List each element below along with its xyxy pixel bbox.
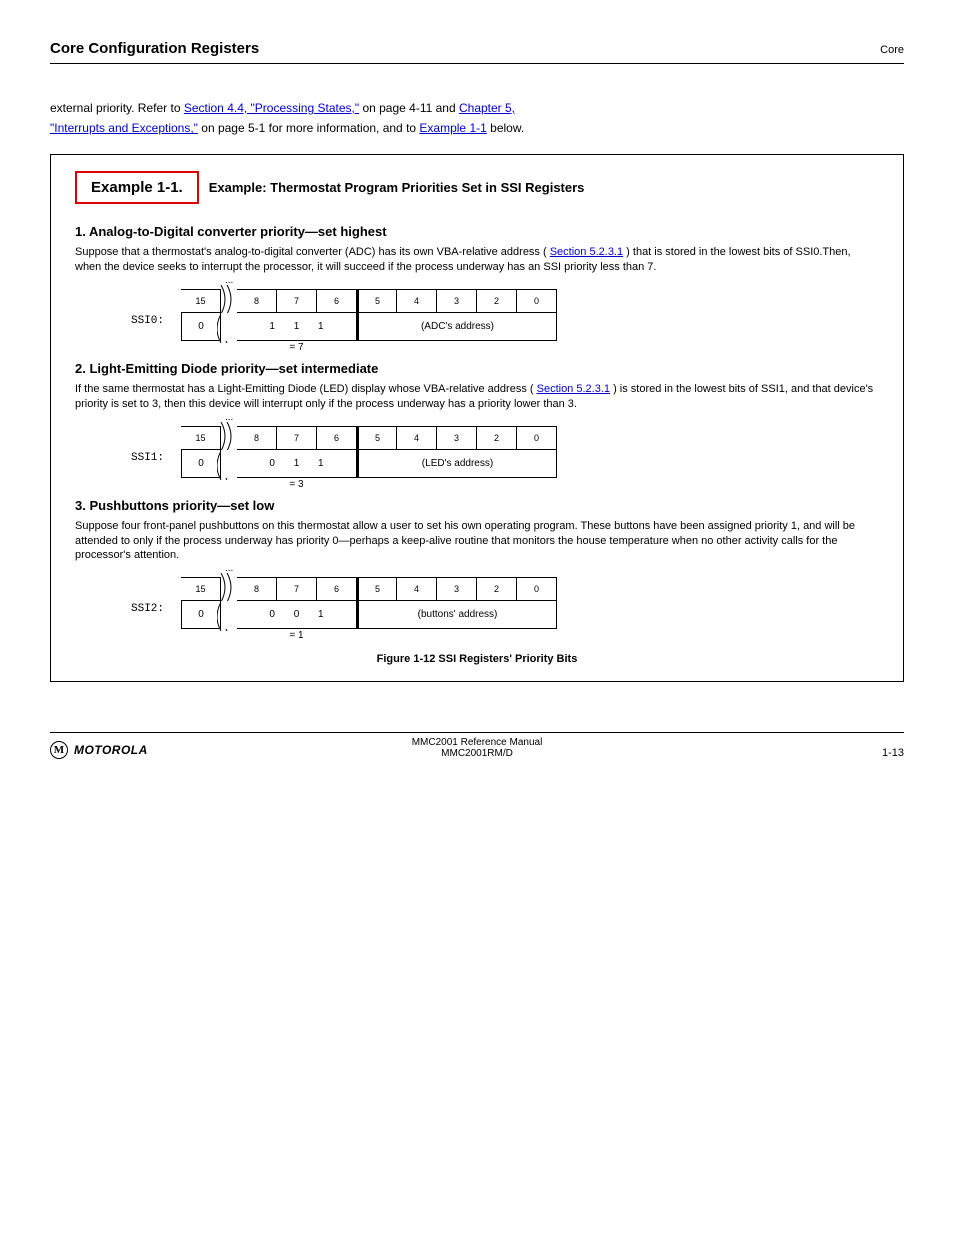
bit-gap [221, 426, 237, 450]
reg-eq: = 3 [289, 479, 303, 490]
section-head: 2. Light-Emitting Diode priority—set int… [75, 361, 879, 376]
xref-link[interactable]: "Interrupts and Exceptions," [50, 121, 198, 135]
bit-label: 3 [437, 577, 477, 601]
bit-gap [221, 289, 237, 313]
section-head: 3. Pushbuttons priority—set low [75, 498, 879, 513]
bit-label: 2 [477, 289, 517, 313]
bit-label: 6 [317, 289, 357, 313]
xref-link[interactable]: Section 5.2.3.1 [550, 246, 623, 258]
reg-label: SSI0: [131, 315, 164, 327]
bit-label: 15 [181, 289, 221, 313]
intro-text: external priority. Refer to [50, 101, 184, 115]
bit-label: 15 [181, 577, 221, 601]
bit-label: 7 [277, 577, 317, 601]
bit-label: 0 [517, 289, 557, 313]
bit-label: 4 [397, 426, 437, 450]
page-footer: M MOTOROLA MMC2001 Reference Manual MMC2… [50, 732, 904, 759]
bit-label: 2 [477, 577, 517, 601]
reg-bits: 0 1 1 [261, 458, 331, 469]
reg-value: (ADC's address) [357, 313, 557, 341]
bit-gap [221, 313, 237, 341]
example-label: Example 1-1. [75, 171, 199, 204]
bit-label: 4 [397, 289, 437, 313]
bit-label: 7 [277, 426, 317, 450]
bit-label: 6 [317, 426, 357, 450]
register-diagram: SSI1: ... 15 8 7 6 5 4 3 2 0 0 0 1 1 = 3… [181, 426, 561, 478]
section-text-part: If the same thermostat has a Light-Emitt… [75, 383, 534, 395]
bit-label: 8 [237, 577, 277, 601]
bit-label: 7 [277, 289, 317, 313]
bit-label: 6 [317, 577, 357, 601]
bit-label: 0 [517, 426, 557, 450]
reg-value: 0 [181, 450, 221, 478]
footer-center: MMC2001 Reference Manual MMC2001RM/D [50, 737, 904, 759]
bit-gap [221, 450, 237, 478]
header-title: Core Configuration Registers [50, 40, 259, 57]
section-text: Suppose that a thermostat's analog-to-di… [75, 245, 879, 275]
reg-value: 1 1 1 = 7 [237, 313, 357, 341]
bit-label: 15 [181, 426, 221, 450]
reg-bits: 1 1 1 [261, 321, 331, 332]
reg-value: 0 [181, 313, 221, 341]
doc-title: MMC2001 Reference Manual [50, 737, 904, 748]
section-head: 1. Analog-to-Digital converter priority—… [75, 224, 879, 239]
reg-eq: = 7 [289, 342, 303, 353]
figure-caption: Figure 1-12 SSI Registers' Priority Bits [75, 653, 879, 665]
example-title: Example: Thermostat Program Priorities S… [209, 180, 585, 195]
header-sub: Core [880, 44, 904, 56]
bit-label: 0 [517, 577, 557, 601]
register-diagram: SSI2: ... 15 8 7 6 5 4 3 2 0 0 0 0 1 = 1… [181, 577, 561, 629]
xref-link[interactable]: Section 5.2.3.1 [537, 383, 610, 395]
reg-value: (buttons' address) [357, 601, 557, 629]
reg-label: SSI2: [131, 603, 164, 615]
reg-eq: = 1 [289, 630, 303, 641]
section-text: Suppose four front-panel pushbuttons on … [75, 519, 879, 564]
reg-value: 0 1 1 = 3 [237, 450, 357, 478]
bit-label: 5 [357, 426, 397, 450]
reg-value: 0 [181, 601, 221, 629]
bit-label: 3 [437, 426, 477, 450]
section-text: If the same thermostat has a Light-Emitt… [75, 382, 879, 412]
manual-ref: MMC2001RM/D [50, 748, 904, 759]
bit-label: 4 [397, 577, 437, 601]
xref-link[interactable]: Example 1-1 [419, 121, 486, 135]
bit-label: 8 [237, 426, 277, 450]
bit-gap [221, 601, 237, 629]
xref-link[interactable]: Chapter 5, [459, 101, 515, 115]
bit-label: 5 [357, 289, 397, 313]
intro-text: below. [490, 121, 524, 135]
xref-link[interactable]: Section 4.4, "Processing States," [184, 101, 359, 115]
example-box: Example 1-1. Example: Thermostat Program… [50, 154, 904, 682]
reg-bits: 0 0 1 [261, 609, 331, 620]
bit-label: 8 [237, 289, 277, 313]
reg-value: (LED's address) [357, 450, 557, 478]
bit-gap [221, 577, 237, 601]
intro-paragraph: external priority. Refer to Section 4.4,… [50, 100, 904, 136]
intro-text: on page 5-1 for more information, and to [201, 121, 419, 135]
intro-text: on page 4-11 and [362, 101, 459, 115]
bit-label: 5 [357, 577, 397, 601]
page-header: Core Configuration Registers Core [50, 40, 904, 64]
reg-value: 0 0 1 = 1 [237, 601, 357, 629]
reg-label: SSI1: [131, 452, 164, 464]
bit-label: 3 [437, 289, 477, 313]
bit-label: 2 [477, 426, 517, 450]
section-text-part: Suppose that a thermostat's analog-to-di… [75, 246, 547, 258]
register-diagram: SSI0: ... 15 8 7 6 5 4 3 2 0 0 1 1 1 = 7… [181, 289, 561, 341]
